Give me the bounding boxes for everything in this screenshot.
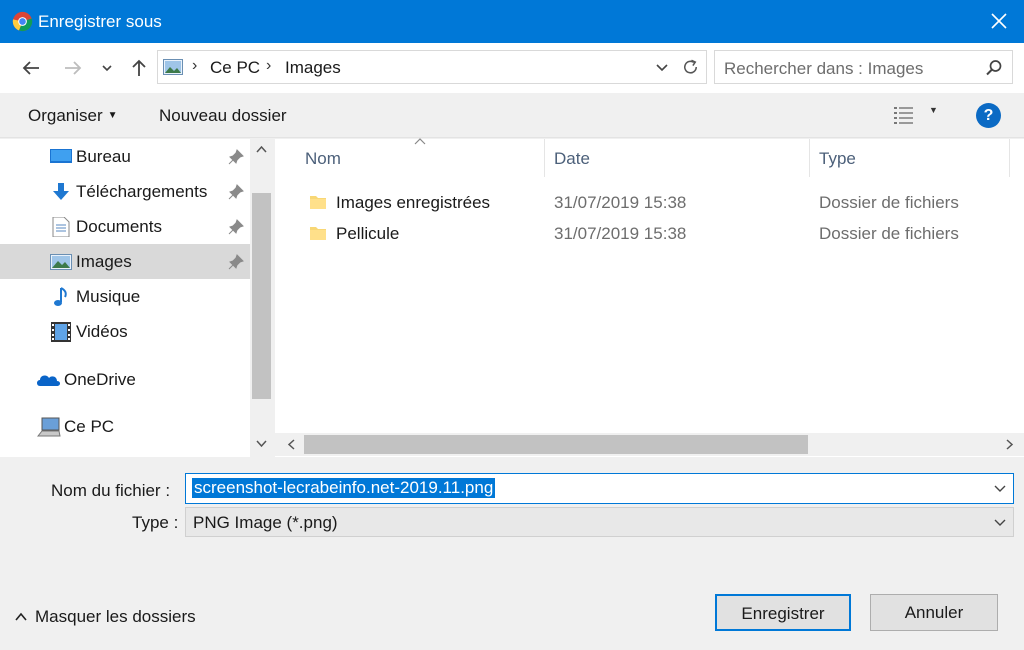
sidebar-item-telechargements[interactable]: Téléchargements bbox=[0, 174, 250, 209]
filename-value[interactable]: screenshot-lecrabeinfo.net-2019.11.png bbox=[192, 478, 496, 498]
save-form: Nom du fichier : screenshot-lecrabeinfo.… bbox=[0, 457, 1024, 650]
sidebar-scrollbar[interactable] bbox=[250, 139, 273, 457]
file-date: 31/07/2019 15:38 bbox=[554, 224, 687, 243]
scrollbar-thumb[interactable] bbox=[252, 193, 271, 399]
column-header-date[interactable]: Date bbox=[545, 139, 810, 177]
sidebar-item-musique[interactable]: Musique bbox=[0, 279, 250, 314]
sidebar-item-videos[interactable]: Vidéos bbox=[0, 314, 250, 349]
save-button[interactable]: Enregistrer bbox=[715, 594, 851, 631]
window-title: Enregistrer sous bbox=[38, 12, 162, 31]
file-list: Nom Date Type Images enregistrées 31/07/… bbox=[275, 138, 1024, 457]
breadcrumb-images[interactable]: Images bbox=[285, 58, 341, 78]
filename-label: Nom du fichier : bbox=[51, 481, 171, 500]
scroll-left-icon[interactable] bbox=[287, 439, 297, 450]
document-icon bbox=[52, 217, 70, 237]
forward-arrow-icon[interactable] bbox=[62, 57, 84, 79]
sidebar-item-label: Musique bbox=[76, 287, 141, 306]
view-details-icon[interactable] bbox=[893, 105, 915, 125]
column-label: Date bbox=[554, 149, 590, 168]
sidebar-item-label: Vidéos bbox=[76, 322, 128, 341]
sidebar-item-label: Ce PC bbox=[64, 417, 115, 436]
music-icon bbox=[54, 287, 67, 306]
organise-menu-button[interactable]: Organiser ▼ bbox=[28, 106, 118, 126]
pictures-icon bbox=[50, 254, 72, 270]
hide-folders-toggle[interactable]: Masquer les dossiers bbox=[15, 607, 196, 627]
sidebar-item-label: Images bbox=[76, 252, 132, 271]
folder-icon bbox=[310, 227, 326, 240]
organise-label: Organiser bbox=[28, 106, 103, 125]
column-label: Nom bbox=[305, 149, 341, 168]
pin-icon[interactable] bbox=[228, 184, 244, 200]
onedrive-icon bbox=[37, 375, 60, 386]
filename-field[interactable]: screenshot-lecrabeinfo.net-2019.11.png bbox=[185, 473, 1014, 504]
new-folder-button[interactable]: Nouveau dossier bbox=[159, 106, 287, 126]
file-name: Pellicule bbox=[336, 224, 400, 243]
file-date: 31/07/2019 15:38 bbox=[554, 193, 687, 212]
scroll-down-icon[interactable] bbox=[256, 438, 267, 448]
file-name: Images enregistrées bbox=[336, 193, 491, 212]
close-icon[interactable] bbox=[988, 10, 1010, 32]
view-options-caret-icon[interactable]: ▼ bbox=[929, 105, 938, 115]
file-row[interactable]: Pellicule 31/07/2019 15:38 Dossier de fi… bbox=[275, 219, 1024, 250]
chevron-down-icon[interactable] bbox=[993, 481, 1007, 495]
sidebar-item-documents[interactable]: Documents bbox=[0, 209, 250, 244]
pin-icon[interactable] bbox=[228, 219, 244, 235]
sort-ascending-icon bbox=[414, 138, 426, 145]
file-type: Dossier de fichiers bbox=[819, 224, 959, 243]
column-header-name[interactable]: Nom bbox=[275, 138, 545, 177]
breadcrumb-separator-icon: › bbox=[266, 57, 272, 74]
folder-icon bbox=[310, 196, 326, 209]
sidebar-item-label: Documents bbox=[76, 217, 162, 236]
breadcrumb-separator-icon: › bbox=[192, 57, 198, 74]
video-icon bbox=[51, 322, 71, 342]
chrome-icon bbox=[12, 11, 33, 32]
column-header-type[interactable]: Type bbox=[810, 139, 1010, 177]
scroll-up-icon[interactable] bbox=[256, 145, 267, 155]
file-type: Dossier de fichiers bbox=[819, 193, 959, 212]
search-placeholder: Rechercher dans : Images bbox=[724, 59, 924, 78]
sidebar-item-bureau[interactable]: Bureau bbox=[0, 139, 250, 174]
chevron-down-icon[interactable] bbox=[654, 58, 670, 76]
pin-icon[interactable] bbox=[228, 149, 244, 165]
sidebar-item-images[interactable]: Images bbox=[0, 244, 250, 279]
type-label: Type : bbox=[132, 513, 179, 532]
navigation-pane: Bureau Téléchargements Documents Images bbox=[0, 139, 273, 457]
back-arrow-icon[interactable] bbox=[20, 57, 42, 79]
breadcrumb-ce-pc[interactable]: Ce PC bbox=[210, 58, 260, 78]
pictures-icon bbox=[163, 59, 183, 75]
title-bar: Enregistrer sous bbox=[0, 0, 1024, 43]
address-bar[interactable]: › Ce PC › Images bbox=[157, 50, 707, 84]
hide-folders-label: Masquer les dossiers bbox=[35, 607, 196, 626]
horizontal-scrollbar[interactable] bbox=[275, 433, 1024, 456]
sidebar-item-label: Bureau bbox=[76, 147, 131, 166]
computer-icon bbox=[36, 417, 61, 437]
file-type-select[interactable]: PNG Image (*.png) bbox=[185, 507, 1014, 537]
up-arrow-icon[interactable] bbox=[128, 57, 150, 79]
chevron-up-icon bbox=[15, 612, 27, 621]
file-type-value: PNG Image (*.png) bbox=[193, 513, 338, 532]
refresh-icon[interactable] bbox=[679, 56, 701, 78]
scrollbar-thumb[interactable] bbox=[304, 435, 808, 454]
sidebar-item-label: Téléchargements bbox=[76, 182, 208, 201]
column-label: Type bbox=[819, 149, 856, 168]
sidebar-item-label: OneDrive bbox=[64, 370, 136, 389]
scroll-right-icon[interactable] bbox=[1004, 439, 1014, 450]
help-button[interactable]: ? bbox=[976, 103, 1001, 128]
search-input[interactable]: Rechercher dans : Images bbox=[714, 50, 1013, 84]
desktop-icon bbox=[50, 149, 72, 163]
command-bar: Organiser ▼ Nouveau dossier ▼ ? bbox=[0, 93, 1024, 138]
download-icon bbox=[53, 183, 69, 200]
cancel-button[interactable]: Annuler bbox=[870, 594, 998, 631]
caret-down-icon: ▼ bbox=[107, 110, 118, 121]
file-row[interactable]: Images enregistrées 31/07/2019 15:38 Dos… bbox=[275, 188, 1024, 219]
pin-icon[interactable] bbox=[228, 254, 244, 270]
recent-locations-chevron-icon[interactable] bbox=[100, 57, 114, 79]
chevron-down-icon[interactable] bbox=[993, 515, 1007, 529]
sidebar-item-ce-pc[interactable]: Ce PC bbox=[0, 409, 250, 444]
search-icon[interactable] bbox=[984, 58, 1004, 78]
sidebar-item-onedrive[interactable]: OneDrive bbox=[0, 362, 250, 397]
